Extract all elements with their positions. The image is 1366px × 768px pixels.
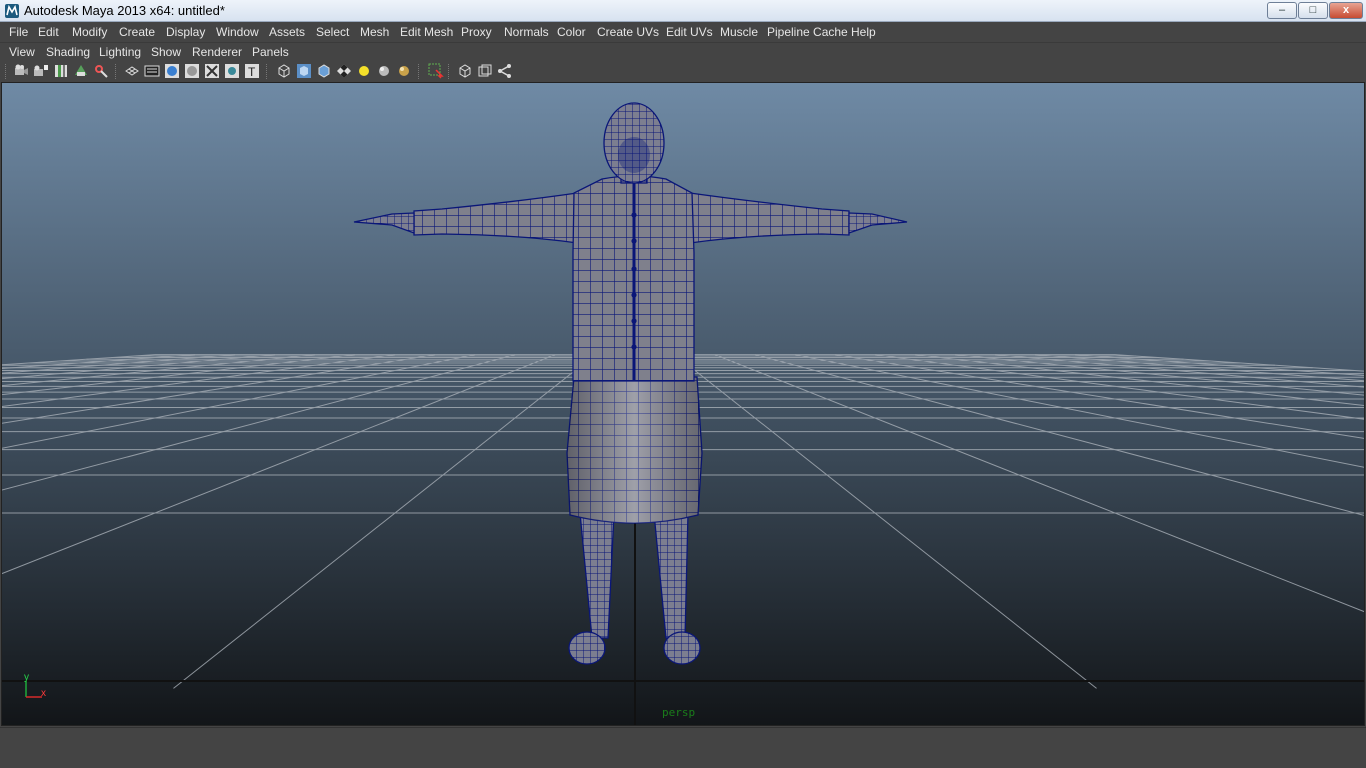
- perspective-viewport[interactable]: y x persp: [1, 82, 1365, 726]
- panel-menu-view[interactable]: View: [9, 45, 35, 59]
- two-panes-icon[interactable]: [477, 63, 493, 79]
- shadows-icon[interactable]: [376, 63, 392, 79]
- lights-icon[interactable]: [356, 63, 372, 79]
- wireframe-icon[interactable]: [124, 63, 140, 79]
- resolution-gate-icon[interactable]: [144, 63, 160, 79]
- main-menubar: File Edit Modify Create Display Window A…: [0, 22, 1366, 42]
- image-plane-icon[interactable]: [73, 63, 89, 79]
- menu-help[interactable]: Help: [851, 25, 876, 39]
- panel-toolbar: T: [0, 61, 1366, 82]
- share-icon[interactable]: [497, 63, 513, 79]
- select-tool-icon[interactable]: [428, 63, 444, 79]
- right-shoe: [663, 631, 701, 665]
- menu-edit[interactable]: Edit: [38, 25, 59, 39]
- isolate-select-icon[interactable]: T: [244, 63, 260, 79]
- bottom-bar: [0, 727, 1366, 768]
- axis-y-label: y: [24, 673, 29, 683]
- toolbar-separator: [418, 64, 420, 79]
- panel-menu-panels[interactable]: Panels: [252, 45, 289, 59]
- camera-name-label: persp: [662, 706, 696, 719]
- menu-assets[interactable]: Assets: [269, 25, 305, 39]
- menu-mesh[interactable]: Mesh: [360, 25, 389, 39]
- bookmark-icon[interactable]: [53, 63, 69, 79]
- flat-cube-icon[interactable]: [316, 63, 332, 79]
- menu-pipeline-cache[interactable]: Pipeline Cache: [767, 25, 848, 39]
- default-material-icon[interactable]: [184, 63, 200, 79]
- menu-select[interactable]: Select: [316, 25, 349, 39]
- menu-edit-mesh[interactable]: Edit Mesh: [400, 25, 453, 39]
- svg-text:T: T: [248, 65, 256, 79]
- menu-modify[interactable]: Modify: [72, 25, 107, 39]
- skirt-shading: [567, 377, 702, 523]
- minimize-button[interactable]: –: [1267, 2, 1297, 19]
- menu-window[interactable]: Window: [216, 25, 259, 39]
- maximize-button[interactable]: □: [1298, 2, 1328, 19]
- xray-joints-icon[interactable]: [224, 63, 240, 79]
- menu-file[interactable]: File: [9, 25, 28, 39]
- xray-icon[interactable]: [204, 63, 220, 79]
- scene-canvas[interactable]: [2, 83, 1365, 726]
- maya-app-icon: [5, 4, 19, 18]
- panel-menu-shading[interactable]: Shading: [46, 45, 90, 59]
- menu-create[interactable]: Create: [119, 25, 155, 39]
- menu-edit-uvs[interactable]: Edit UVs: [666, 25, 713, 39]
- title-bar: Autodesk Maya 2013 x64: untitled* – □ x: [0, 0, 1366, 22]
- toolbar-separator: [266, 64, 268, 79]
- menu-create-uvs[interactable]: Create UVs: [597, 25, 659, 39]
- panel-menu-lighting[interactable]: Lighting: [99, 45, 141, 59]
- window-title: Autodesk Maya 2013 x64: untitled*: [24, 3, 225, 18]
- high-quality-icon[interactable]: [396, 63, 412, 79]
- face-detail: [618, 137, 650, 173]
- panel-menubar: View Shading Lighting Show Renderer Pane…: [0, 42, 1366, 61]
- camera-attributes-icon[interactable]: [33, 63, 49, 79]
- toolbar-separator: [448, 64, 450, 79]
- menu-normals[interactable]: Normals: [504, 25, 549, 39]
- wireframe-on-shaded-icon[interactable]: [276, 63, 292, 79]
- film-gate-icon[interactable]: [93, 63, 109, 79]
- menu-display[interactable]: Display: [166, 25, 205, 39]
- smooth-shade-icon[interactable]: [164, 63, 180, 79]
- panel-menu-show[interactable]: Show: [151, 45, 181, 59]
- menu-muscle[interactable]: Muscle: [720, 25, 758, 39]
- close-button[interactable]: x: [1329, 2, 1363, 19]
- axis-x-label: x: [41, 688, 46, 699]
- shaded-cube-icon[interactable]: [296, 63, 312, 79]
- left-shoe: [568, 631, 606, 665]
- grid-view-icon[interactable]: [457, 63, 473, 79]
- menu-proxy[interactable]: Proxy: [461, 25, 492, 39]
- panel-menu-renderer[interactable]: Renderer: [192, 45, 242, 59]
- toolbar-separator: [5, 64, 7, 79]
- axis-gizmo: y x: [24, 673, 46, 699]
- checker-icon[interactable]: [336, 63, 352, 79]
- toolbar-separator: [115, 64, 117, 79]
- select-camera-icon[interactable]: [13, 63, 29, 79]
- menu-color[interactable]: Color: [557, 25, 586, 39]
